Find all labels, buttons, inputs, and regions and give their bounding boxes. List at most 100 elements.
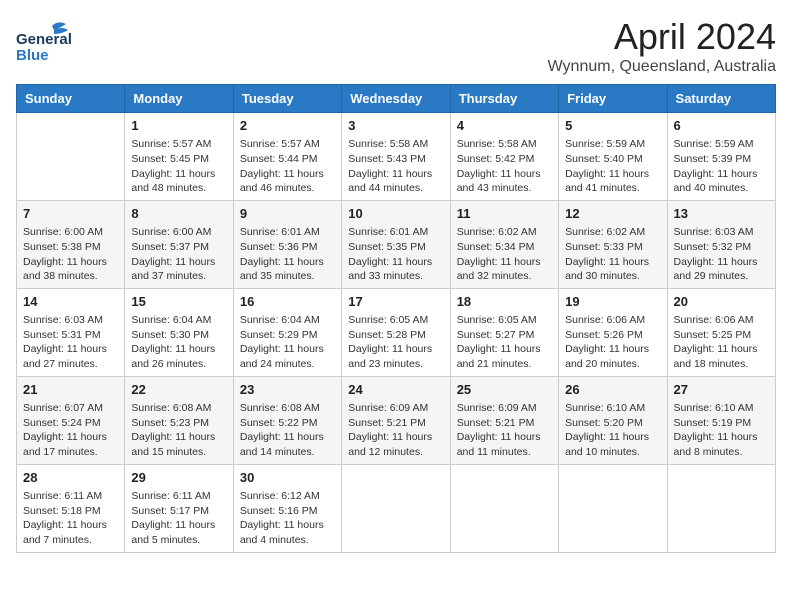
day-number: 7 (23, 205, 118, 223)
day-info: Sunrise: 6:00 AM Sunset: 5:37 PM Dayligh… (131, 225, 226, 284)
day-number: 6 (674, 117, 769, 135)
calendar-cell: 25Sunrise: 6:09 AM Sunset: 5:21 PM Dayli… (450, 376, 558, 464)
calendar-cell (342, 464, 450, 552)
day-info: Sunrise: 6:05 AM Sunset: 5:27 PM Dayligh… (457, 313, 552, 372)
calendar-header-friday: Friday (559, 85, 667, 113)
calendar-cell: 6 Sunrise: 5:59 AM Sunset: 5:39 PM Daylig… (667, 113, 775, 201)
calendar-cell: 26 Sunrise: 6:10 AM Sunset: 5:20 PM Dayli… (559, 376, 667, 464)
day-info: Sunrise: 6:10 AM Sunset: 5:20 PM Dayligh… (565, 401, 660, 460)
calendar-cell: 12 Sunrise: 6:02 AM Sunset: 5:33 PM Dayli… (559, 200, 667, 288)
calendar-cell: 30 Sunrise: 6:12 AM Sunset: 5:16 PM Dayli… (233, 464, 341, 552)
day-number: 22 (131, 381, 226, 399)
calendar-cell: 7 Sunrise: 6:00 AM Sunset: 5:38 PM Daylig… (17, 200, 125, 288)
day-number: 5 (565, 117, 660, 135)
calendar-cell: 19Sunrise: 6:06 AM Sunset: 5:26 PM Dayli… (559, 288, 667, 376)
logo-svg: General Blue (16, 16, 126, 60)
day-number: 2 (240, 117, 335, 135)
day-number: 14 (23, 293, 118, 311)
day-number: 16 (240, 293, 335, 311)
day-info: Sunrise: 6:03 AM Sunset: 5:31 PM Dayligh… (23, 313, 118, 372)
title-month: April 2024 (548, 16, 776, 58)
calendar-cell (559, 464, 667, 552)
calendar-cell: 13Sunrise: 6:03 AM Sunset: 5:32 PM Dayli… (667, 200, 775, 288)
day-info: Sunrise: 6:01 AM Sunset: 5:36 PM Dayligh… (240, 225, 335, 284)
calendar-cell: 11 Sunrise: 6:02 AM Sunset: 5:34 PM Dayli… (450, 200, 558, 288)
logo: General Blue (16, 16, 126, 60)
day-number: 19 (565, 293, 660, 311)
day-info: Sunrise: 5:58 AM Sunset: 5:42 PM Dayligh… (457, 137, 552, 196)
calendar-header-tuesday: Tuesday (233, 85, 341, 113)
calendar-cell: 17Sunrise: 6:05 AM Sunset: 5:28 PM Dayli… (342, 288, 450, 376)
page-header: General Blue April 2024 Wynnum, Queensla… (16, 16, 776, 76)
calendar-cell: 21Sunrise: 6:07 AM Sunset: 5:24 PM Dayli… (17, 376, 125, 464)
day-number: 27 (674, 381, 769, 399)
calendar-week-row: 1 Sunrise: 5:57 AM Sunset: 5:45 PM Daylig… (17, 113, 776, 201)
day-info: Sunrise: 6:09 AM Sunset: 5:21 PM Dayligh… (348, 401, 443, 460)
calendar-cell (667, 464, 775, 552)
day-number: 12 (565, 205, 660, 223)
calendar-cell (17, 113, 125, 201)
day-number: 23 (240, 381, 335, 399)
calendar-cell: 3Sunrise: 5:58 AM Sunset: 5:43 PM Daylig… (342, 113, 450, 201)
calendar-header-wednesday: Wednesday (342, 85, 450, 113)
day-info: Sunrise: 6:04 AM Sunset: 5:29 PM Dayligh… (240, 313, 335, 372)
calendar-header-saturday: Saturday (667, 85, 775, 113)
calendar-cell: 29 Sunrise: 6:11 AM Sunset: 5:17 PM Dayli… (125, 464, 233, 552)
day-info: Sunrise: 6:11 AM Sunset: 5:17 PM Dayligh… (131, 489, 226, 548)
day-number: 30 (240, 469, 335, 487)
day-number: 8 (131, 205, 226, 223)
day-info: Sunrise: 6:02 AM Sunset: 5:34 PM Dayligh… (457, 225, 552, 284)
calendar-cell: 20 Sunrise: 6:06 AM Sunset: 5:25 PM Dayli… (667, 288, 775, 376)
day-number: 29 (131, 469, 226, 487)
title-block: April 2024 Wynnum, Queensland, Australia (548, 16, 776, 76)
day-info: Sunrise: 5:58 AM Sunset: 5:43 PM Dayligh… (348, 137, 443, 196)
day-info: Sunrise: 5:59 AM Sunset: 5:40 PM Dayligh… (565, 137, 660, 196)
day-info: Sunrise: 6:11 AM Sunset: 5:18 PM Dayligh… (23, 489, 118, 548)
calendar-cell: 5 Sunrise: 5:59 AM Sunset: 5:40 PM Daylig… (559, 113, 667, 201)
day-info: Sunrise: 6:10 AM Sunset: 5:19 PM Dayligh… (674, 401, 769, 460)
calendar-week-row: 14 Sunrise: 6:03 AM Sunset: 5:31 PM Dayli… (17, 288, 776, 376)
day-number: 18 (457, 293, 552, 311)
day-info: Sunrise: 6:06 AM Sunset: 5:25 PM Dayligh… (674, 313, 769, 372)
calendar-cell: 8 Sunrise: 6:00 AM Sunset: 5:37 PM Daylig… (125, 200, 233, 288)
day-info: Sunrise: 6:04 AM Sunset: 5:30 PM Dayligh… (131, 313, 226, 372)
day-number: 1 (131, 117, 226, 135)
day-number: 10 (348, 205, 443, 223)
day-number: 28 (23, 469, 118, 487)
day-info: Sunrise: 6:00 AM Sunset: 5:38 PM Dayligh… (23, 225, 118, 284)
calendar-cell: 27 Sunrise: 6:10 AM Sunset: 5:19 PM Dayli… (667, 376, 775, 464)
calendar-cell: 18 Sunrise: 6:05 AM Sunset: 5:27 PM Dayli… (450, 288, 558, 376)
calendar-cell: 14 Sunrise: 6:03 AM Sunset: 5:31 PM Dayli… (17, 288, 125, 376)
day-info: Sunrise: 5:57 AM Sunset: 5:45 PM Dayligh… (131, 137, 226, 196)
calendar-header-monday: Monday (125, 85, 233, 113)
calendar-cell: 10 Sunrise: 6:01 AM Sunset: 5:35 PM Dayli… (342, 200, 450, 288)
calendar-header-sunday: Sunday (17, 85, 125, 113)
calendar-cell: 16 Sunrise: 6:04 AM Sunset: 5:29 PM Dayli… (233, 288, 341, 376)
svg-text:General: General (16, 31, 72, 48)
day-number: 17 (348, 293, 443, 311)
day-number: 15 (131, 293, 226, 311)
calendar-cell: 28 Sunrise: 6:11 AM Sunset: 5:18 PM Dayli… (17, 464, 125, 552)
day-number: 20 (674, 293, 769, 311)
calendar-week-row: 7 Sunrise: 6:00 AM Sunset: 5:38 PM Daylig… (17, 200, 776, 288)
day-info: Sunrise: 6:02 AM Sunset: 5:33 PM Dayligh… (565, 225, 660, 284)
calendar-week-row: 28 Sunrise: 6:11 AM Sunset: 5:18 PM Dayli… (17, 464, 776, 552)
calendar-header-row: SundayMondayTuesdayWednesdayThursdayFrid… (17, 85, 776, 113)
day-info: Sunrise: 6:08 AM Sunset: 5:23 PM Dayligh… (131, 401, 226, 460)
calendar-cell: 22 Sunrise: 6:08 AM Sunset: 5:23 PM Dayli… (125, 376, 233, 464)
day-info: Sunrise: 5:57 AM Sunset: 5:44 PM Dayligh… (240, 137, 335, 196)
calendar-cell: 1 Sunrise: 5:57 AM Sunset: 5:45 PM Daylig… (125, 113, 233, 201)
day-info: Sunrise: 6:01 AM Sunset: 5:35 PM Dayligh… (348, 225, 443, 284)
day-number: 24 (348, 381, 443, 399)
calendar-cell: 24 Sunrise: 6:09 AM Sunset: 5:21 PM Dayli… (342, 376, 450, 464)
calendar-table: SundayMondayTuesdayWednesdayThursdayFrid… (16, 84, 776, 553)
svg-text:Blue: Blue (16, 47, 49, 60)
calendar-cell: 2 Sunrise: 5:57 AM Sunset: 5:44 PM Daylig… (233, 113, 341, 201)
day-info: Sunrise: 6:12 AM Sunset: 5:16 PM Dayligh… (240, 489, 335, 548)
calendar-cell: 15 Sunrise: 6:04 AM Sunset: 5:30 PM Dayli… (125, 288, 233, 376)
day-info: Sunrise: 6:07 AM Sunset: 5:24 PM Dayligh… (23, 401, 118, 460)
day-number: 26 (565, 381, 660, 399)
day-info: Sunrise: 5:59 AM Sunset: 5:39 PM Dayligh… (674, 137, 769, 196)
day-number: 11 (457, 205, 552, 223)
day-info: Sunrise: 6:03 AM Sunset: 5:32 PM Dayligh… (674, 225, 769, 284)
